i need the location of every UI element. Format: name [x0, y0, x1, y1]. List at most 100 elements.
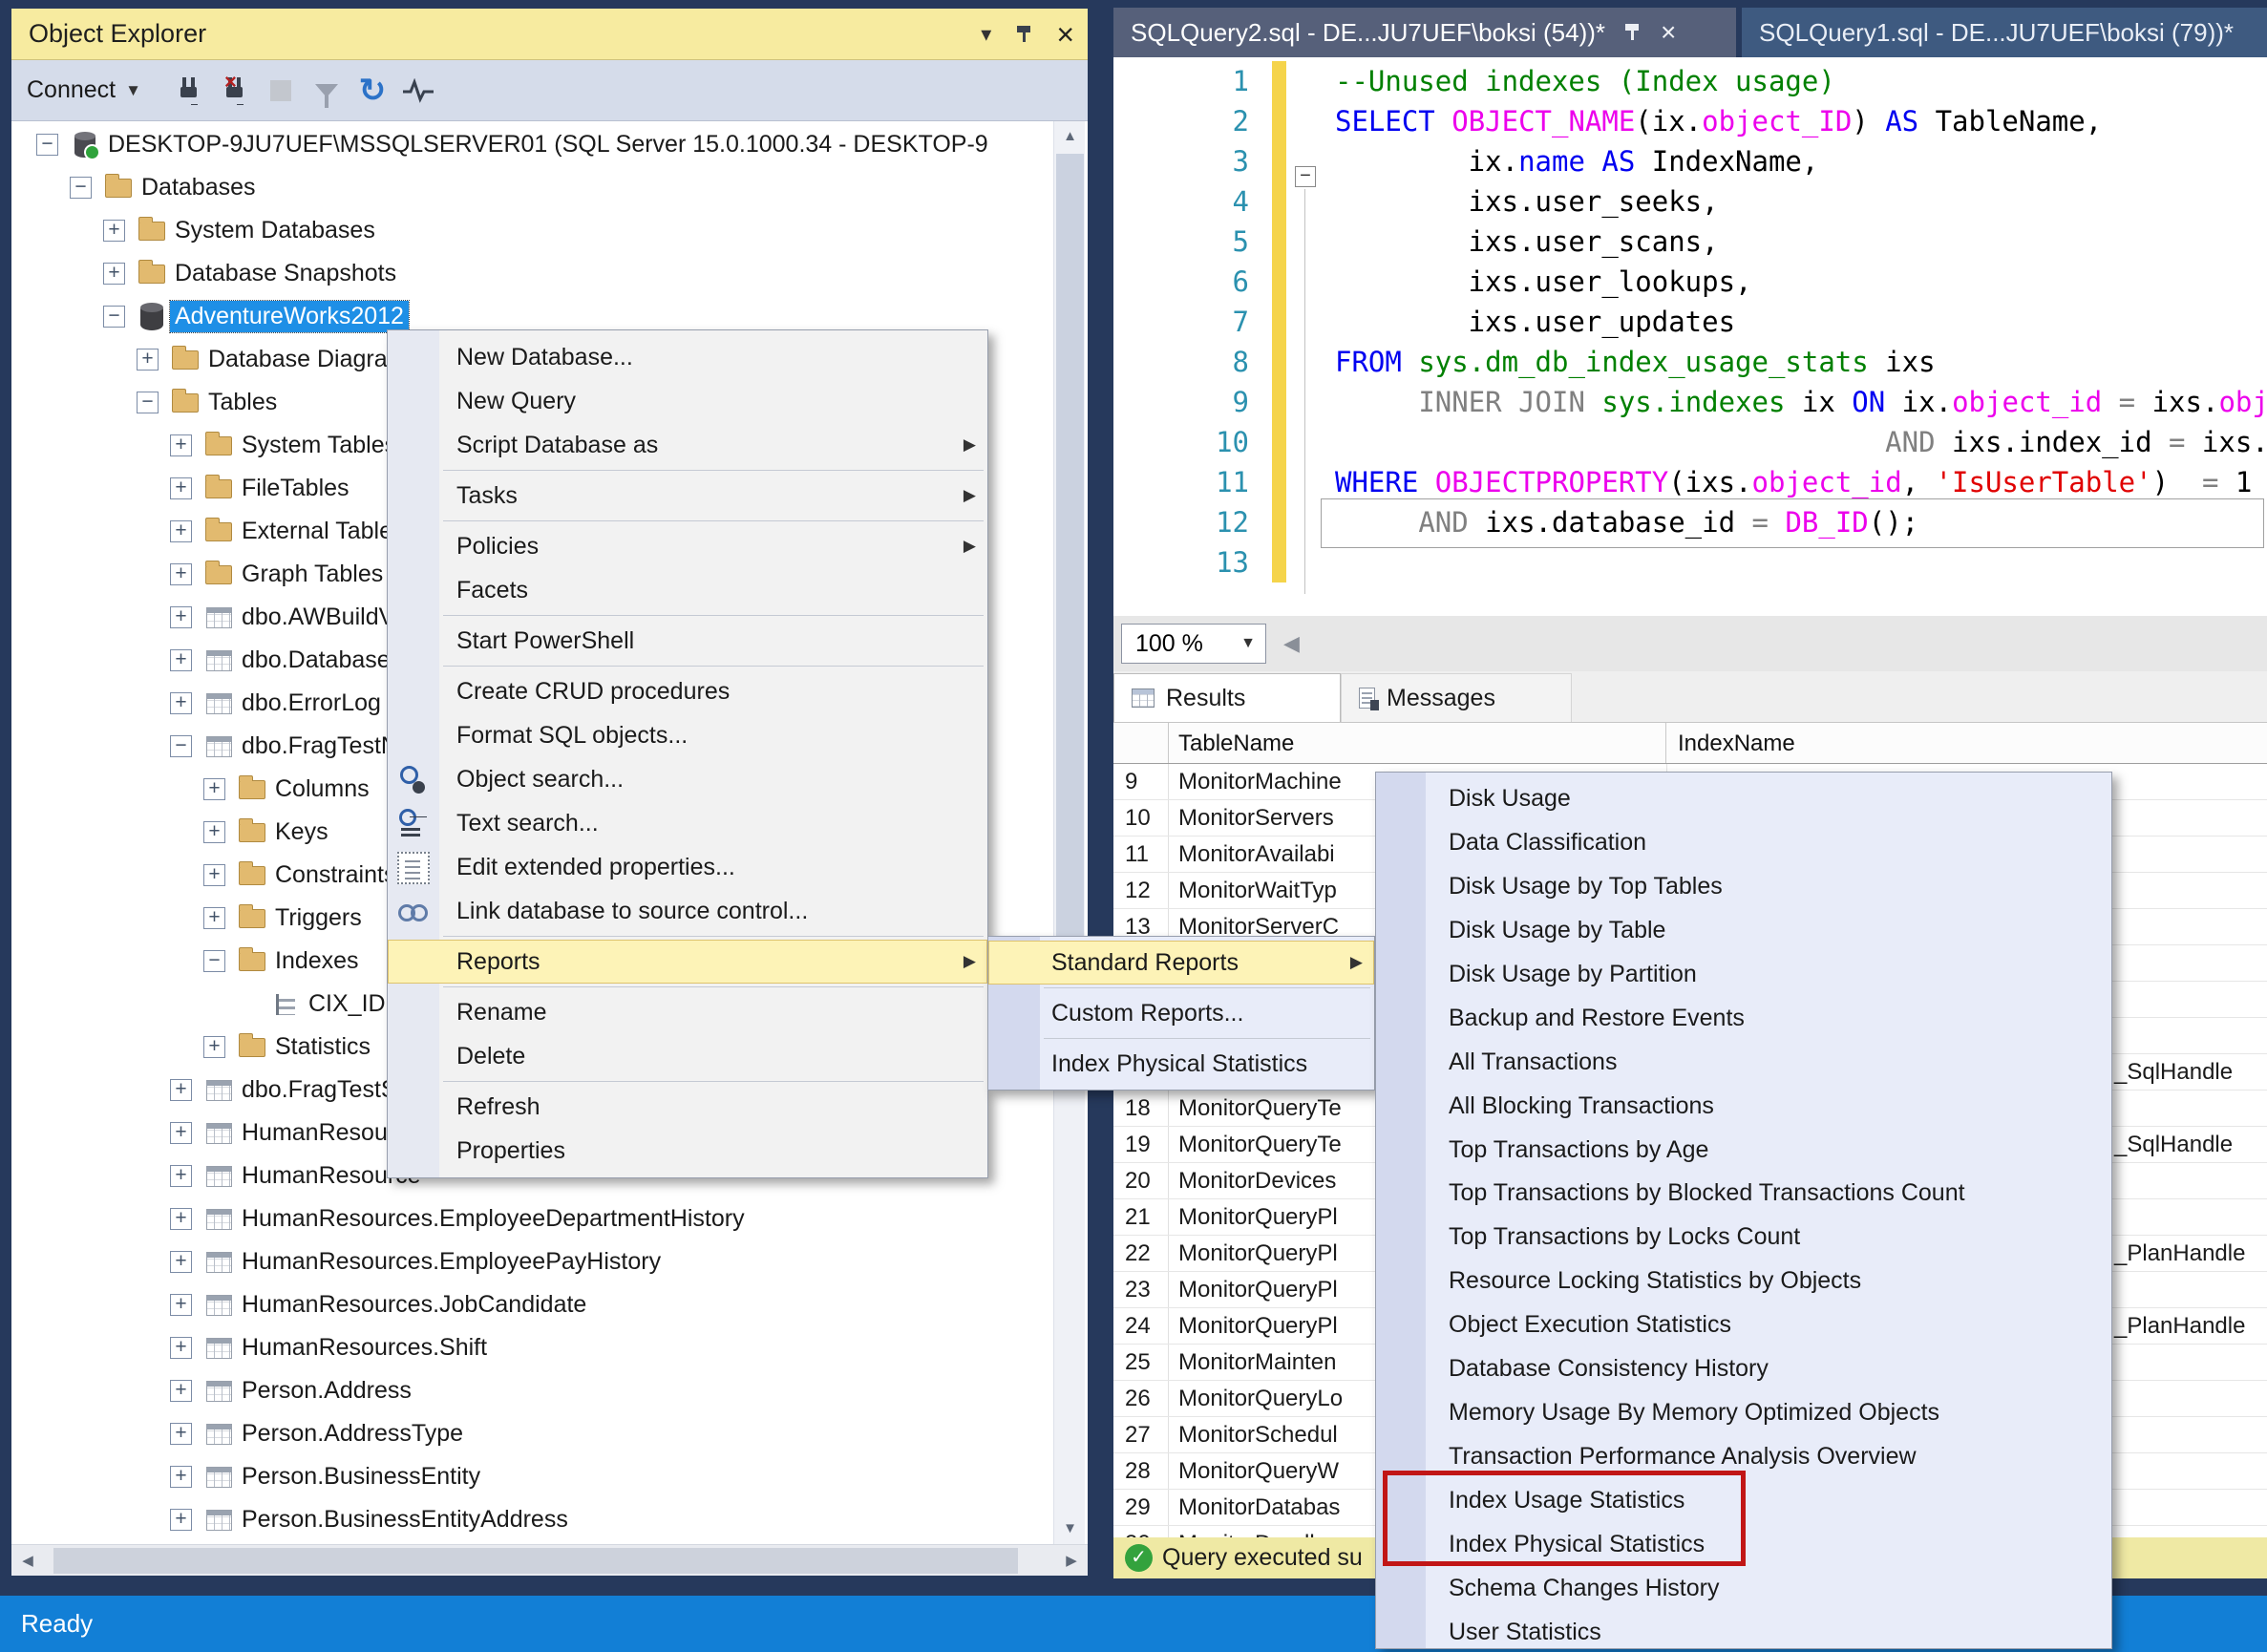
scroll-up-icon[interactable]: ▲ [1054, 121, 1086, 152]
grid-row-number[interactable]: 22 [1113, 1236, 1169, 1271]
grid-header-indexname[interactable]: IndexName [1666, 723, 2267, 763]
grid-cell-tablename[interactable]: MonitorQueryPl [1169, 1199, 1338, 1235]
tree-expander-icon[interactable]: − [170, 735, 192, 757]
grid-row-number[interactable]: 20 [1113, 1163, 1169, 1198]
tab-messages[interactable]: Messages [1341, 673, 1572, 722]
zoom-level-dropdown[interactable]: 100 % ▼ [1121, 624, 1266, 664]
tree-item[interactable]: + HumanResources.EmployeePayHistory [11, 1240, 1088, 1283]
grid-row-number[interactable]: 28 [1113, 1453, 1169, 1489]
grid-cell-tablename[interactable]: MonitorServers [1169, 800, 1334, 836]
tree-item[interactable]: + Person.BusinessEntityAddress [11, 1498, 1088, 1541]
tree-item[interactable]: + Person.Address [11, 1369, 1088, 1412]
tree-item[interactable]: + HumanResources.Shift [11, 1326, 1088, 1369]
tree-expander-icon[interactable]: + [170, 1251, 192, 1273]
grid-row-number[interactable]: 29 [1113, 1490, 1169, 1525]
grid-cell-tablename[interactable]: MonitorAvailabi [1169, 837, 1335, 872]
scroll-right-icon[interactable]: ▶ [1055, 1545, 1088, 1577]
tree-expander-icon[interactable]: + [170, 563, 192, 585]
standard-report-item[interactable]: Resource Locking Statistics by Objects [1376, 1259, 2111, 1303]
tree-expander-icon[interactable]: + [170, 1509, 192, 1531]
tree-expander-icon[interactable]: + [170, 477, 192, 499]
tree-expander-icon[interactable]: + [170, 1466, 192, 1488]
context-menu-item[interactable]: Link database to source control... [388, 889, 987, 933]
grid-row-number[interactable]: 9 [1113, 764, 1169, 799]
grid-cell-tablename[interactable]: MonitorQueryLo [1169, 1381, 1343, 1416]
tree-item[interactable]: + System Databases [11, 209, 1088, 252]
tree-expander-icon[interactable]: − [36, 134, 58, 156]
context-menu-item[interactable]: Script Database as ▶ [388, 423, 987, 467]
connect-object-explorer-button[interactable] [166, 68, 212, 114]
activity-monitor-button[interactable] [395, 68, 441, 114]
tab-sqlquery2[interactable]: SQLQuery2.sql - DE...JU7UEF\boksi (54))*… [1113, 8, 1736, 57]
tree-expander-icon[interactable]: + [170, 1208, 192, 1230]
standard-report-item[interactable]: User Statistics [1376, 1610, 2111, 1649]
tree-expander-icon[interactable]: + [170, 649, 192, 671]
grid-row-number[interactable]: 12 [1113, 873, 1169, 908]
tree-expander-icon[interactable]: + [170, 1294, 192, 1316]
tree-expander-icon[interactable]: + [203, 864, 225, 886]
scroll-down-icon[interactable]: ▼ [1054, 1514, 1086, 1544]
standard-report-item[interactable]: Disk Usage [1376, 776, 2111, 820]
grid-row-number[interactable]: 21 [1113, 1199, 1169, 1235]
context-menu-item[interactable]: Create CRUD procedures [388, 669, 987, 713]
grid-row-number[interactable]: 27 [1113, 1417, 1169, 1452]
standard-report-item[interactable]: Disk Usage by Table [1376, 908, 2111, 952]
grid-cell-tablename[interactable]: MonitorDeadloc [1169, 1526, 1339, 1537]
context-menu-item[interactable]: Facets [388, 568, 987, 612]
tree-expander-icon[interactable]: + [103, 220, 125, 242]
tree-item[interactable]: + HumanResources.JobCandidate [11, 1283, 1088, 1326]
tree-expander-icon[interactable]: + [170, 520, 192, 542]
standard-report-item[interactable]: Schema Changes History [1376, 1566, 2111, 1610]
grid-row-number[interactable]: 23 [1113, 1272, 1169, 1307]
scrollbar-thumb[interactable] [1056, 154, 1084, 965]
tree-expander-icon[interactable]: + [203, 1036, 225, 1058]
tree-expander-icon[interactable]: + [170, 1122, 192, 1144]
tree-expander-icon[interactable]: + [103, 263, 125, 285]
tree-expander-icon[interactable]: + [170, 1337, 192, 1359]
tab-sqlquery1[interactable]: SQLQuery1.sql - DE...JU7UEF\boksi (79))* [1742, 8, 2267, 57]
scroll-left-icon[interactable]: ◀ [11, 1545, 44, 1577]
tree-expander-icon[interactable]: − [137, 392, 159, 413]
tree-expander-icon[interactable]: − [70, 177, 92, 199]
scrollbar-thumb[interactable] [53, 1548, 1018, 1574]
grid-row-number[interactable]: 18 [1113, 1091, 1169, 1126]
grid-row-number[interactable]: 30 [1113, 1526, 1169, 1537]
standard-report-item[interactable]: Disk Usage by Top Tables [1376, 864, 2111, 908]
standard-report-item[interactable]: All Blocking Transactions [1376, 1084, 2111, 1128]
pin-icon[interactable] [1016, 25, 1031, 44]
grid-cell-tablename[interactable]: MonitorQueryTe [1169, 1091, 1342, 1126]
tree-expander-icon[interactable]: − [203, 950, 225, 972]
grid-cell-tablename[interactable]: MonitorDevices [1169, 1163, 1336, 1198]
standard-report-item[interactable]: Memory Usage By Memory Optimized Objects [1376, 1390, 2111, 1434]
context-menu-item[interactable]: Edit extended properties... [388, 845, 987, 889]
tree-expander-icon[interactable]: + [170, 606, 192, 628]
tree-expander-icon[interactable]: + [203, 778, 225, 800]
context-menu-item[interactable]: Reports ▶ [388, 940, 987, 984]
grid-row-number[interactable]: 25 [1113, 1345, 1169, 1380]
grid-row-number[interactable]: 24 [1113, 1308, 1169, 1344]
scroll-left-icon[interactable]: ◀ [1283, 631, 1300, 656]
grid-cell-tablename[interactable]: MonitorWaitTyp [1169, 873, 1337, 908]
tree-horizontal-scrollbar[interactable]: ◀ ▶ [11, 1544, 1088, 1576]
tree-item[interactable]: + Person.BusinessEntity [11, 1455, 1088, 1498]
connect-button[interactable]: Connect ▼ [27, 76, 141, 104]
filter-button[interactable] [304, 68, 350, 114]
grid-cell-tablename[interactable]: MonitorMachine [1169, 764, 1342, 799]
close-icon[interactable]: × [1661, 18, 1676, 47]
context-menu-item[interactable]: Tasks ▶ [388, 474, 987, 518]
grid-cell-tablename[interactable]: MonitorMainten [1169, 1345, 1336, 1380]
pin-icon[interactable] [1624, 23, 1640, 42]
grid-row-number[interactable]: 10 [1113, 800, 1169, 836]
tree-vertical-scrollbar[interactable]: ▲ ▼ [1053, 121, 1085, 1544]
context-menu-item[interactable]: New Database... [388, 335, 987, 379]
grid-row-number[interactable]: 26 [1113, 1381, 1169, 1416]
fold-collapse-icon[interactable]: − [1295, 166, 1316, 187]
context-menu-item[interactable]: Format SQL objects... [388, 713, 987, 757]
tree-expander-icon[interactable]: + [170, 1423, 192, 1445]
standard-report-item[interactable]: Database Consistency History [1376, 1346, 2111, 1390]
reports-submenu-item[interactable]: Standard Reports ▶ [988, 941, 1374, 985]
disconnect-button[interactable]: × [212, 68, 258, 114]
tree-expander-icon[interactable]: + [170, 1380, 192, 1402]
standard-report-item[interactable]: All Transactions [1376, 1040, 2111, 1084]
grid-row-number[interactable]: 11 [1113, 837, 1169, 872]
